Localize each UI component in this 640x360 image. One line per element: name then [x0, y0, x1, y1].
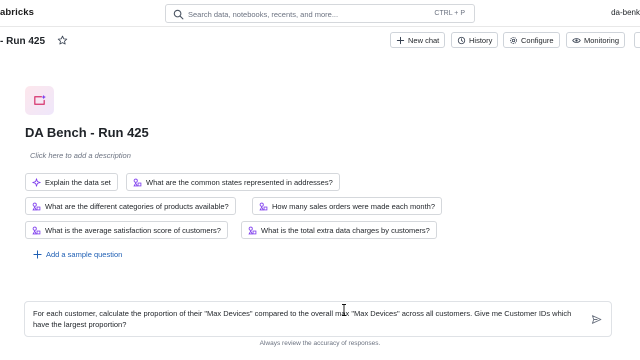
plus-icon	[396, 36, 405, 44]
search-shortcut: CTRL + P	[434, 9, 465, 17]
header-row: - Run 425 New chat History Configure Mon…	[0, 27, 640, 55]
monitoring-button[interactable]: Monitoring	[566, 32, 626, 48]
chat-input[interactable]: For each customer, calculate the proport…	[24, 301, 612, 337]
sample-question-label: How many sales orders were made each mon…	[272, 201, 435, 211]
more-button[interactable]	[634, 32, 640, 48]
gear-icon	[510, 36, 517, 44]
new-chat-button[interactable]: New chat	[390, 32, 446, 48]
add-sample-question-link[interactable]: Add a sample question	[33, 250, 122, 259]
sample-question-label: Explain the data set	[45, 177, 111, 187]
sample-question-label: What are the different categories of pro…	[45, 201, 229, 211]
plus-icon	[33, 250, 42, 259]
data-shapes-icon	[248, 226, 257, 234]
history-icon	[457, 36, 466, 44]
sparkle-icon	[32, 177, 41, 187]
data-shapes-icon	[259, 202, 268, 210]
history-button[interactable]: History	[451, 32, 499, 48]
star-icon[interactable]	[57, 35, 68, 46]
accuracy-disclaimer: Always review the accuracy of responses.	[259, 340, 381, 347]
top-bar: abricks Search data, notebooks, recents,…	[0, 0, 640, 27]
sample-question-label: What are the common states represented i…	[146, 177, 333, 187]
space-logo	[25, 86, 54, 115]
workspace-switcher[interactable]: da-benk	[611, 8, 640, 17]
search-placeholder: Search data, notebooks, recents, and mor…	[188, 9, 339, 19]
sample-question-chip[interactable]: What is the average satisfaction score o…	[25, 221, 228, 239]
search-icon	[173, 9, 184, 20]
brand-logo[interactable]: abricks	[0, 7, 34, 18]
configure-label: Configure	[521, 35, 554, 45]
description-field[interactable]: Click here to add a description	[30, 151, 131, 160]
configure-button[interactable]: Configure	[503, 32, 560, 48]
global-search[interactable]: Search data, notebooks, recents, and mor…	[165, 4, 475, 23]
history-label: History	[469, 35, 493, 45]
space-title: DA Bench - Run 425	[25, 125, 149, 140]
sample-question-chip[interactable]: Explain the data set	[25, 173, 118, 191]
monitoring-label: Monitoring	[584, 35, 620, 45]
sample-question-chip[interactable]: What is the total extra data charges by …	[241, 221, 437, 239]
sample-question-chip[interactable]: How many sales orders were made each mon…	[252, 197, 442, 215]
eye-icon	[572, 37, 581, 43]
text-cursor-icon	[342, 304, 346, 316]
page-title: - Run 425	[0, 36, 46, 47]
chat-input-text[interactable]: For each customer, calculate the proport…	[33, 308, 583, 330]
send-icon[interactable]	[591, 314, 602, 325]
sample-question-chip[interactable]: What are the common states represented i…	[126, 173, 340, 191]
data-shapes-icon	[133, 178, 142, 186]
add-sample-question-label: Add a sample question	[46, 250, 123, 259]
genie-space-icon	[34, 94, 46, 105]
data-shapes-icon	[32, 226, 41, 234]
sample-question-label: What is the total extra data charges by …	[261, 225, 430, 235]
data-shapes-icon	[32, 202, 41, 210]
new-chat-label: New chat	[408, 35, 440, 45]
sample-question-label: What is the average satisfaction score o…	[45, 225, 221, 235]
sample-question-chip[interactable]: What are the different categories of pro…	[25, 197, 236, 215]
